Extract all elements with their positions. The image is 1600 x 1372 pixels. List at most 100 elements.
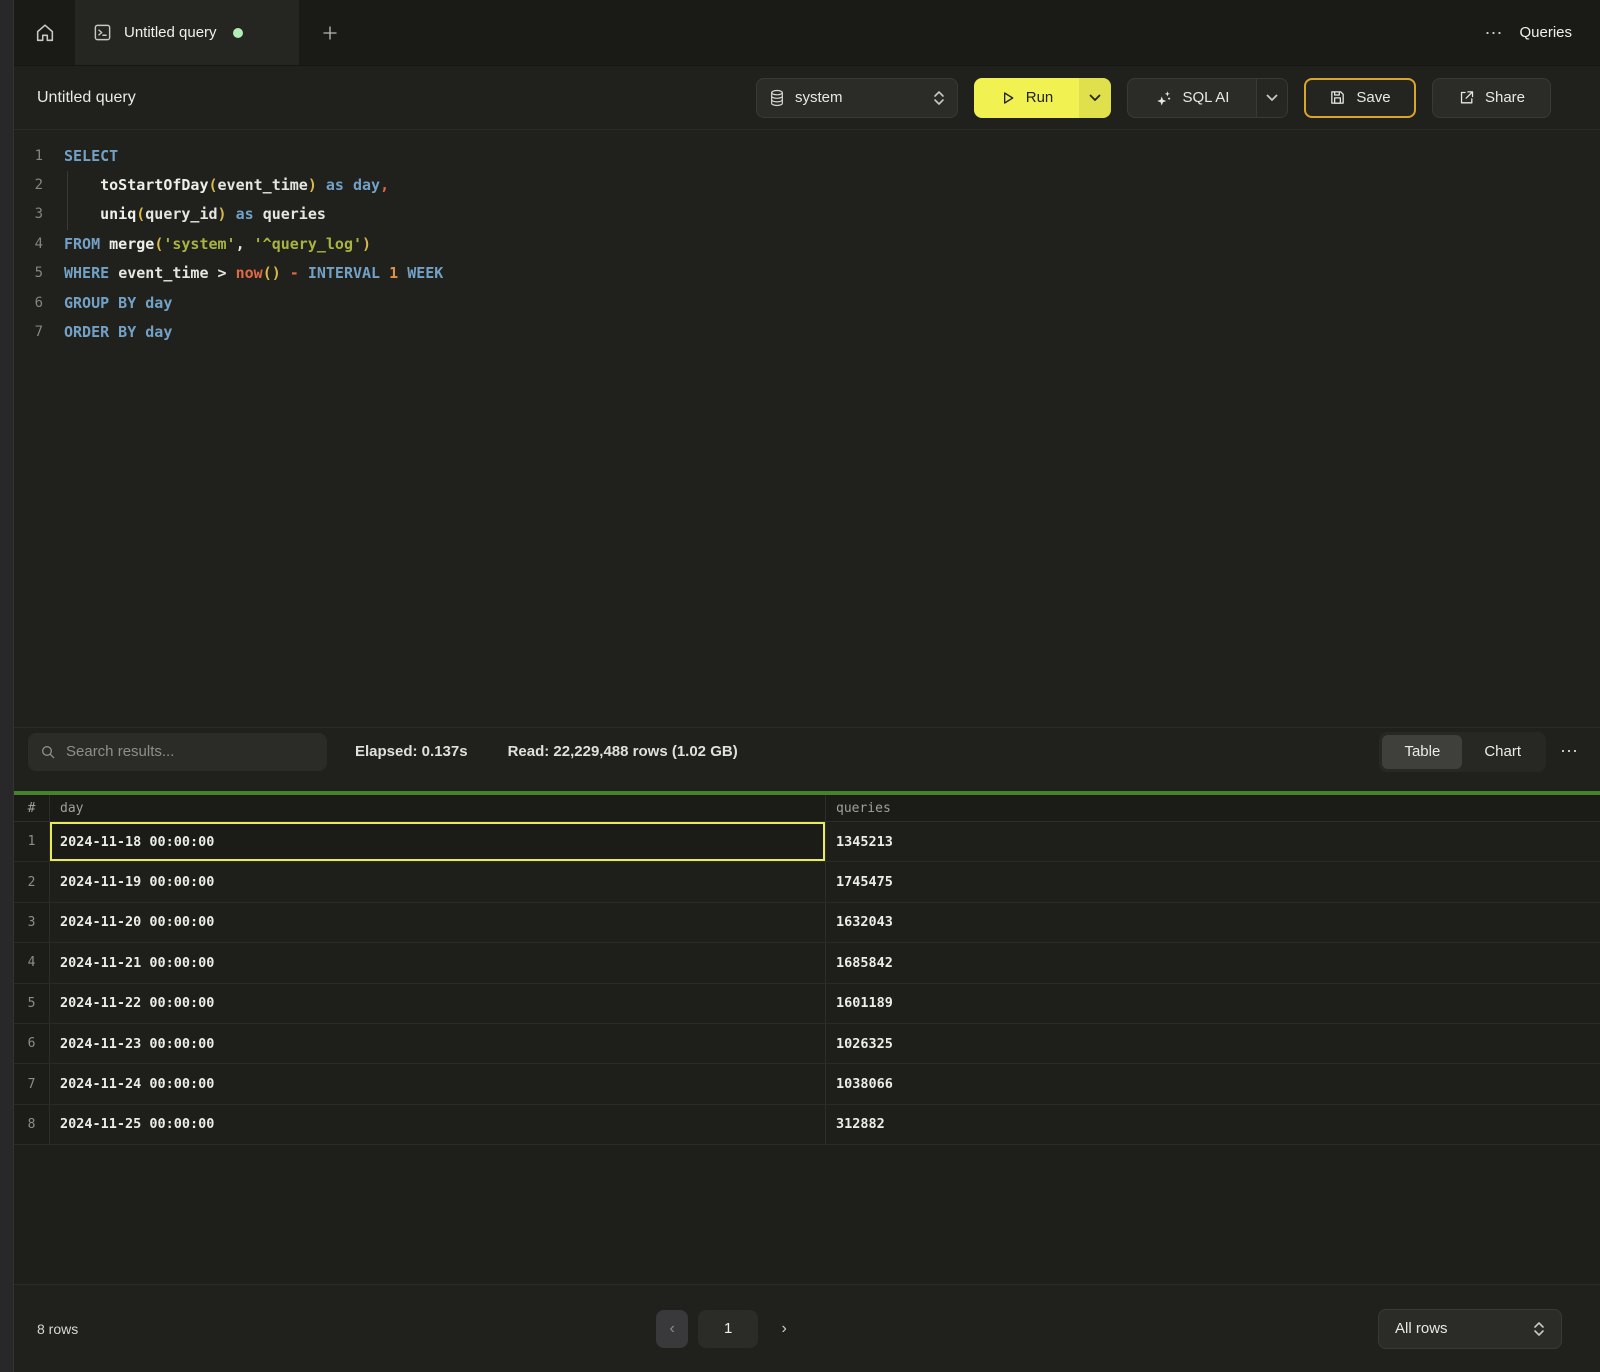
code-text: ORDER BY day — [64, 323, 172, 341]
queries-cell[interactable]: 1632043 — [826, 903, 1600, 942]
code-line[interactable]: 5WHERE event_time > now() - INTERVAL 1 W… — [14, 259, 1600, 288]
code-line[interactable]: 1SELECT — [14, 141, 1600, 170]
queries-cell[interactable]: 312882 — [826, 1105, 1600, 1144]
search-icon — [40, 744, 56, 760]
code-text: uniq(query_id) as queries — [64, 205, 326, 223]
results-header-row: # day queries — [14, 795, 1600, 822]
query-header: Untitled query system — [14, 66, 1600, 130]
next-page-button[interactable]: › — [768, 1310, 800, 1348]
queries-link[interactable]: Queries — [1519, 24, 1572, 41]
save-label: Save — [1356, 89, 1390, 106]
code-text: SELECT — [64, 147, 118, 165]
queries-cell[interactable]: 1745475 — [826, 862, 1600, 901]
day-cell[interactable]: 2024-11-20 00:00:00 — [50, 903, 826, 942]
save-icon — [1329, 89, 1346, 106]
results-footer: 8 rows ‹ 1 › All rows — [14, 1284, 1600, 1372]
row-index-cell: 6 — [14, 1024, 50, 1063]
row-index-cell: 7 — [14, 1064, 50, 1103]
table-row: 32024-11-20 00:00:001632043 — [14, 903, 1600, 943]
results-more-icon[interactable]: ⋯ — [1560, 741, 1578, 762]
row-index-cell: 5 — [14, 984, 50, 1023]
indent-guide — [67, 171, 68, 230]
play-icon — [1000, 90, 1016, 106]
column-header-index[interactable]: # — [14, 795, 50, 821]
database-select[interactable]: system — [756, 78, 958, 118]
sql-ai-label: SQL AI — [1183, 89, 1230, 106]
day-cell[interactable]: 2024-11-18 00:00:00 — [50, 822, 826, 861]
day-cell[interactable]: 2024-11-21 00:00:00 — [50, 943, 826, 982]
run-split-button: Run — [974, 78, 1111, 118]
page-size-select[interactable]: All rows — [1378, 1309, 1562, 1349]
external-link-icon — [1458, 89, 1475, 106]
queries-cell[interactable]: 1601189 — [826, 984, 1600, 1023]
tab-bar: Untitled query ⋯ Queries — [14, 0, 1600, 66]
table-row: 52024-11-22 00:00:001601189 — [14, 984, 1600, 1024]
queries-cell[interactable]: 1685842 — [826, 943, 1600, 982]
day-cell[interactable]: 2024-11-25 00:00:00 — [50, 1105, 826, 1144]
results-grid: # day queries 12024-11-18 00:00:00134521… — [14, 795, 1600, 1284]
day-cell[interactable]: 2024-11-22 00:00:00 — [50, 984, 826, 1023]
results-search[interactable] — [28, 733, 327, 771]
line-number: 2 — [14, 177, 64, 193]
code-line[interactable]: 7ORDER BY day — [14, 317, 1600, 346]
table-row: 82024-11-25 00:00:00312882 — [14, 1105, 1600, 1145]
updown-chevron-icon — [1533, 1321, 1545, 1337]
day-cell[interactable]: 2024-11-19 00:00:00 — [50, 862, 826, 901]
day-cell[interactable]: 2024-11-24 00:00:00 — [50, 1064, 826, 1103]
table-row: 42024-11-21 00:00:001685842 — [14, 943, 1600, 983]
results-toolbar: Elapsed: 0.137s Read: 22,229,488 rows (1… — [14, 727, 1600, 775]
tab-title: Untitled query — [124, 24, 217, 41]
database-selected-value: system — [795, 89, 923, 106]
tab-untitled-query[interactable]: Untitled query — [75, 0, 299, 65]
day-cell[interactable]: 2024-11-23 00:00:00 — [50, 1024, 826, 1063]
line-number: 4 — [14, 236, 64, 252]
pagination: ‹ 1 › — [656, 1310, 800, 1348]
database-icon — [769, 89, 785, 107]
row-index-cell: 4 — [14, 943, 50, 982]
sql-ai-options-button[interactable] — [1256, 79, 1287, 117]
table-view-tab[interactable]: Table — [1382, 735, 1462, 769]
code-text: toStartOfDay(event_time) as day, — [64, 176, 389, 194]
row-count: 8 rows — [37, 1321, 78, 1337]
home-button[interactable] — [14, 0, 75, 65]
run-label: Run — [1026, 89, 1054, 106]
sql-code-lines: 1SELECT2 toStartOfDay(event_time) as day… — [14, 141, 1600, 347]
run-button[interactable]: Run — [974, 78, 1079, 118]
terminal-icon — [93, 23, 112, 42]
row-index-cell: 8 — [14, 1105, 50, 1144]
unsaved-changes-indicator — [233, 28, 243, 38]
column-header-day[interactable]: day — [50, 795, 826, 821]
prev-page-button[interactable]: ‹ — [656, 1310, 688, 1348]
code-line[interactable]: 3 uniq(query_id) as queries — [14, 200, 1600, 229]
sparkles-icon — [1155, 89, 1173, 107]
queries-cell[interactable]: 1038066 — [826, 1064, 1600, 1103]
code-line[interactable]: 2 toStartOfDay(event_time) as day, — [14, 170, 1600, 199]
line-number: 5 — [14, 265, 64, 281]
save-button[interactable]: Save — [1304, 78, 1416, 118]
sql-ai-button[interactable]: SQL AI — [1128, 79, 1256, 117]
chart-view-tab[interactable]: Chart — [1462, 735, 1543, 769]
updown-chevron-icon — [933, 90, 945, 106]
new-tab-button[interactable] — [299, 0, 361, 65]
row-index-cell: 3 — [14, 903, 50, 942]
page-title: Untitled query — [37, 89, 136, 107]
read-stat: Read: 22,229,488 rows (1.02 GB) — [508, 743, 738, 760]
code-line[interactable]: 6GROUP BY day — [14, 288, 1600, 317]
row-index-cell: 2 — [14, 862, 50, 901]
code-text: GROUP BY day — [64, 294, 172, 312]
table-row: 12024-11-18 00:00:001345213 — [14, 822, 1600, 862]
queries-cell[interactable]: 1026325 — [826, 1024, 1600, 1063]
row-index-cell: 1 — [14, 822, 50, 861]
code-line[interactable]: 4FROM merge('system', '^query_log') — [14, 229, 1600, 258]
search-input[interactable] — [66, 743, 315, 760]
line-number: 6 — [14, 295, 64, 311]
sql-console-window: Untitled query ⋯ Queries Untitled query — [0, 0, 1600, 1372]
more-menu-icon[interactable]: ⋯ — [1484, 24, 1503, 42]
run-options-button[interactable] — [1079, 78, 1111, 118]
column-header-queries[interactable]: queries — [826, 795, 1600, 821]
share-button[interactable]: Share — [1432, 78, 1551, 118]
queries-cell[interactable]: 1345213 — [826, 822, 1600, 861]
current-page-button[interactable]: 1 — [698, 1310, 758, 1348]
sql-editor[interactable]: 1SELECT2 toStartOfDay(event_time) as day… — [14, 130, 1600, 727]
line-number: 7 — [14, 324, 64, 340]
